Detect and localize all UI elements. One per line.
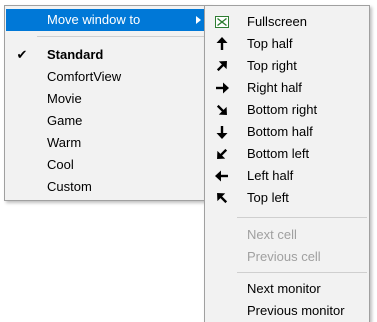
submenu-item-top-left[interactable]: Top left [206,187,368,209]
menu-separator [237,217,367,218]
menu-item-move-window-to[interactable]: Move window to [6,9,209,31]
submenu-item-label: Left half [247,168,294,183]
checkmark-icon: ✔ [16,47,28,62]
menu-item-game[interactable]: Game [6,110,209,132]
submenu-item-label: Top left [247,190,289,205]
menu-item-label: Game [47,113,83,128]
move-window-submenu: Fullscreen Top half Top right Right half… [204,5,370,322]
submenu-item-fullscreen[interactable]: Fullscreen [206,11,368,33]
submenu-item-left-half[interactable]: Left half [206,165,368,187]
menu-item-label: Cool [47,157,74,172]
menu-item-label: Warm [47,135,82,150]
submenu-item-label: Right half [247,80,302,95]
menu-separator [37,36,208,37]
arrow-left-icon [215,169,229,183]
menu-separator [237,272,367,273]
arrow-right-icon [215,81,229,95]
submenu-arrow-icon [196,16,201,24]
submenu-item-label: Next monitor [247,281,321,296]
submenu-item-label: Bottom right [247,102,318,117]
submenu-item-label: Top half [247,36,293,51]
arrow-up-left-icon [215,191,229,205]
submenu-item-next-cell[interactable]: Next cell [206,224,368,246]
fullscreen-icon [215,15,229,29]
submenu-item-top-right[interactable]: Top right [206,55,368,77]
submenu-item-label: Top right [247,58,297,73]
menu-item-movie[interactable]: Movie [6,88,209,110]
menu-item-standard[interactable]: ✔ Standard [6,44,209,66]
submenu-item-previous-monitor[interactable]: Previous monitor [206,300,368,322]
submenu-item-label: Bottom half [247,124,313,139]
menu-item-label: Movie [47,91,82,106]
menu-item-comfortview[interactable]: ComfortView [6,66,209,88]
submenu-item-bottom-left[interactable]: Bottom left [206,143,368,165]
submenu-item-label: Fullscreen [247,14,307,29]
submenu-item-previous-cell[interactable]: Previous cell [206,246,368,268]
menu-item-cool[interactable]: Cool [6,154,209,176]
menu-item-label: Custom [47,179,92,194]
arrow-up-icon [215,37,229,51]
submenu-item-bottom-right[interactable]: Bottom right [206,99,368,121]
submenu-item-next-monitor[interactable]: Next monitor [206,278,368,300]
submenu-item-label: Next cell [247,227,297,242]
submenu-item-label: Previous cell [247,249,321,264]
arrow-up-right-icon [215,59,229,73]
menu-item-custom[interactable]: Custom [6,176,209,198]
submenu-item-label: Previous monitor [247,303,345,318]
arrow-down-left-icon [215,147,229,161]
context-menu: Move window to ✔ Standard ComfortView Mo… [4,5,211,201]
menu-item-label: Standard [47,47,104,62]
submenu-item-bottom-half[interactable]: Bottom half [206,121,368,143]
menu-item-warm[interactable]: Warm [6,132,209,154]
menu-item-label: Move window to [47,12,141,27]
submenu-item-label: Bottom left [247,146,310,161]
arrow-down-right-icon [215,103,229,117]
arrow-down-icon [215,125,229,139]
menu-item-label: ComfortView [47,69,122,84]
submenu-item-right-half[interactable]: Right half [206,77,368,99]
submenu-item-top-half[interactable]: Top half [206,33,368,55]
